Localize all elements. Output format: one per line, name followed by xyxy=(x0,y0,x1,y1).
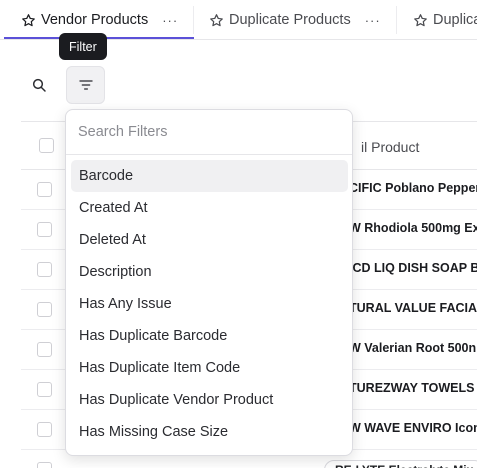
search-filters-input[interactable] xyxy=(66,110,352,155)
filter-dropdown: Barcode Created At Deleted At Descriptio… xyxy=(65,109,353,456)
row-checkbox[interactable] xyxy=(37,382,52,397)
column-header-product[interactable]: il Product xyxy=(361,139,419,155)
row-checkbox[interactable] xyxy=(37,222,52,237)
filter-option-barcode[interactable]: Barcode xyxy=(71,160,348,192)
row-checkbox[interactable] xyxy=(37,342,52,357)
row-checkbox[interactable] xyxy=(37,422,52,437)
tab-label: Duplicate Products xyxy=(229,12,351,28)
tab-duplicate-products[interactable]: Duplicate Products ··· xyxy=(209,0,381,40)
tab-label: Vendor Products xyxy=(41,12,149,28)
product-cell: W Rhodiola 500mg Ex xyxy=(349,221,477,235)
row-checkbox[interactable] xyxy=(37,262,52,277)
more-icon[interactable]: ··· xyxy=(162,13,178,28)
product-pill[interactable]: RE-LYTE Electrolyte Mix xyxy=(324,460,477,468)
row-checkbox[interactable] xyxy=(37,302,52,317)
row-checkbox[interactable] xyxy=(37,182,52,197)
product-cell: W WAVE ENVIRO Icon xyxy=(349,421,477,435)
filter-icon xyxy=(78,80,93,90)
select-all-checkbox[interactable] xyxy=(39,138,54,153)
star-icon[interactable] xyxy=(413,13,428,28)
product-cell: TUREZWAY TOWELS I xyxy=(349,381,477,395)
product-cell: W Valerian Root 500n xyxy=(349,341,477,355)
product-cell: CIFIC Poblano Pepper xyxy=(349,181,477,195)
more-icon[interactable]: ··· xyxy=(365,13,381,28)
product-cell: ICD LIQ DISH SOAP B xyxy=(349,261,477,275)
filter-option-has-missing-case-size[interactable]: Has Missing Case Size xyxy=(71,416,348,448)
filter-option-has-duplicate-item-code[interactable]: Has Duplicate Item Code xyxy=(71,352,348,384)
tab-divider xyxy=(193,6,194,34)
filter-option-has-any-issue[interactable]: Has Any Issue xyxy=(71,288,348,320)
filter-option-created-at[interactable]: Created At xyxy=(71,192,348,224)
filter-option-has-duplicate-vendor-product[interactable]: Has Duplicate Vendor Product xyxy=(71,384,348,416)
search-icon xyxy=(32,78,46,92)
search-button[interactable] xyxy=(26,72,52,98)
star-icon[interactable] xyxy=(209,13,224,28)
filter-option-deleted-at[interactable]: Deleted At xyxy=(71,224,348,256)
product-cell: TURAL VALUE FACIAL xyxy=(349,301,477,315)
filter-option-description[interactable]: Description xyxy=(71,256,348,288)
tab-label: Duplica xyxy=(433,12,477,28)
filter-button[interactable] xyxy=(66,66,105,104)
filter-option-has-duplicate-barcode[interactable]: Has Duplicate Barcode xyxy=(71,320,348,352)
tab-divider xyxy=(396,6,397,34)
star-icon[interactable] xyxy=(21,13,36,28)
filter-tooltip: Filter xyxy=(59,33,107,60)
tab-duplicate-truncated[interactable]: Duplica xyxy=(413,0,477,40)
row-checkbox[interactable] xyxy=(37,462,52,468)
